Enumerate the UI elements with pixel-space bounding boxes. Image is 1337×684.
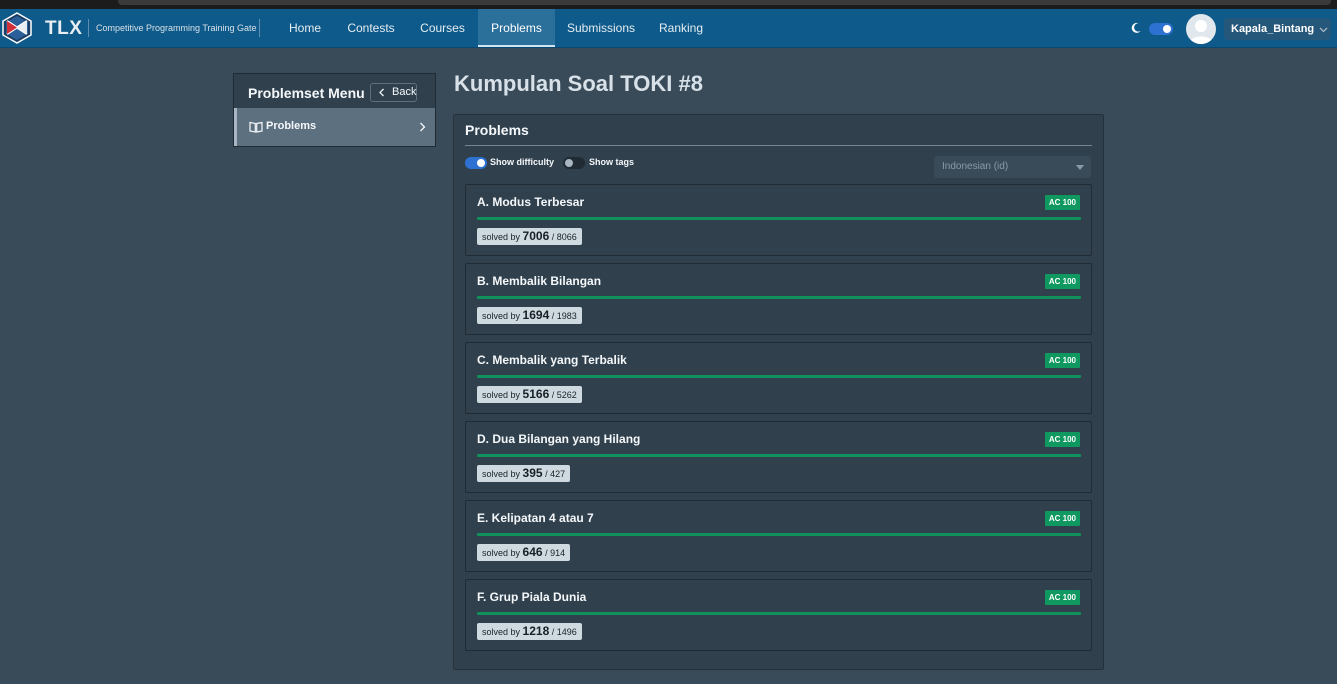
solved-badge: solved by 5166 / 5262 <box>477 386 582 403</box>
progress-bar <box>477 217 1081 220</box>
progress-bar <box>477 533 1081 536</box>
verdict-badge: AC 100 <box>1044 353 1080 368</box>
problem-name[interactable]: F. Grup Piala Dunia <box>477 590 586 604</box>
solved-badge: solved by 395 / 427 <box>477 465 571 482</box>
solved-badge: solved by 7006 / 8066 <box>477 228 582 245</box>
page-title: Kumpulan Soal TOKI #8 <box>454 71 703 96</box>
back-label: Back <box>392 86 417 98</box>
solved-prefix: solved by <box>482 390 521 400</box>
solved-prefix: solved by <box>482 232 521 242</box>
progress-bar <box>477 375 1081 378</box>
progress-fill <box>477 612 1081 615</box>
problem-card[interactable]: A. Modus Terbesar AC 100 solved by 7006 / … <box>465 184 1092 256</box>
user-silhouette-icon <box>1189 20 1213 44</box>
problemset-menu: Problemset Menu Back Problems <box>233 73 436 147</box>
nav-contests[interactable]: Contests <box>338 9 404 47</box>
problem-name[interactable]: C. Membalik yang Terbalik <box>477 353 627 367</box>
progress-bar <box>477 454 1081 457</box>
username: Kapala_Bintang <box>1231 23 1315 35</box>
progress-fill <box>477 454 1081 457</box>
back-button[interactable]: Back <box>370 83 417 102</box>
chevron-right-icon <box>420 122 426 132</box>
progress-bar <box>477 612 1081 615</box>
solved-badge: solved by 1218 / 1496 <box>477 623 582 640</box>
verdict-badge: AC 100 <box>1044 195 1080 210</box>
card-divider <box>465 145 1092 146</box>
toggle-knob <box>1163 25 1171 33</box>
show-difficulty-label: Show difficulty <box>490 157 554 167</box>
card-title: Problems <box>465 122 529 138</box>
problem-name[interactable]: E. Kelipatan 4 atau 7 <box>477 511 594 525</box>
brand-name[interactable]: TLX <box>45 18 82 40</box>
solved-count: 5166 <box>522 387 550 401</box>
solved-count: 1218 <box>522 624 550 638</box>
nav-submissions[interactable]: Submissions <box>560 9 642 47</box>
dark-mode-toggle[interactable] <box>1149 23 1173 35</box>
solved-prefix: solved by <box>482 311 521 321</box>
toggle-knob <box>565 159 573 167</box>
sidebar-item-label: Problems <box>266 120 317 132</box>
problem-card[interactable]: B. Membalik Bilangan AC 100 solved by 1694… <box>465 263 1092 335</box>
verdict-badge: AC 100 <box>1044 590 1080 605</box>
problem-name[interactable]: B. Membalik Bilangan <box>477 274 601 288</box>
problem-name[interactable]: D. Dua Bilangan yang Hilang <box>477 432 640 446</box>
solved-badge: solved by 1694 / 1983 <box>477 307 582 324</box>
language-select[interactable]: Indonesian (id) <box>934 156 1091 178</box>
total-count: / 914 <box>545 548 566 558</box>
solved-prefix: solved by <box>482 469 521 479</box>
progress-fill <box>477 375 1081 378</box>
brand-divider <box>88 19 89 37</box>
top-scrollbar[interactable] <box>118 0 1331 5</box>
total-count: / 1496 <box>551 627 577 637</box>
solved-badge: solved by 646 / 914 <box>477 544 571 561</box>
problem-card[interactable]: E. Kelipatan 4 atau 7 AC 100 solved by 646… <box>465 500 1092 572</box>
tlx-logo-icon[interactable] <box>2 12 32 44</box>
nav-ranking[interactable]: Ranking <box>651 9 711 47</box>
total-count: / 427 <box>545 469 566 479</box>
problem-card[interactable]: C. Membalik yang Terbalik AC 100 solved by… <box>465 342 1092 414</box>
sidebar-item-problems[interactable]: Problems <box>234 108 435 146</box>
solved-count: 1694 <box>522 308 550 322</box>
verdict-badge: AC 100 <box>1044 274 1080 289</box>
problems-card: Problems Show difficulty Show tags Indon… <box>453 114 1104 670</box>
brand-divider-right <box>259 19 260 37</box>
moon-icon <box>1131 22 1141 33</box>
brand-tagline: Competitive Programming Training Gate <box>96 23 257 33</box>
verdict-badge: AC 100 <box>1044 511 1080 526</box>
toggle-knob <box>477 159 485 167</box>
chevron-left-icon <box>379 88 384 97</box>
solved-count: 395 <box>522 466 543 480</box>
problem-name[interactable]: A. Modus Terbesar <box>477 195 584 209</box>
book-icon <box>249 121 263 133</box>
avatar[interactable] <box>1186 14 1216 44</box>
solved-prefix: solved by <box>482 548 521 558</box>
caret-down-icon <box>1076 165 1084 170</box>
verdict-badge: AC 100 <box>1044 432 1080 447</box>
progress-fill <box>477 217 1081 220</box>
sidebar-title: Problemset Menu <box>248 85 365 101</box>
solved-prefix: solved by <box>482 627 521 637</box>
total-count: / 5262 <box>551 390 577 400</box>
navbar: TLX Competitive Programming Training Gat… <box>0 9 1337 48</box>
nav-home[interactable]: Home <box>276 9 334 47</box>
total-count: / 1983 <box>551 311 577 321</box>
progress-fill <box>477 533 1081 536</box>
show-difficulty-toggle[interactable] <box>465 157 487 169</box>
problem-card[interactable]: F. Grup Piala Dunia AC 100 solved by 1218 … <box>465 579 1092 651</box>
user-menu[interactable]: Kapala_Bintang <box>1224 18 1331 40</box>
nav-problems[interactable]: Problems <box>478 9 555 47</box>
show-tags-toggle[interactable] <box>563 157 585 169</box>
solved-count: 646 <box>522 545 543 559</box>
progress-fill <box>477 296 1081 299</box>
problem-card[interactable]: D. Dua Bilangan yang Hilang AC 100 solved … <box>465 421 1092 493</box>
total-count: / 8066 <box>551 232 577 242</box>
language-value: Indonesian (id) <box>942 161 1009 172</box>
browser-top-strip <box>0 0 1337 9</box>
solved-count: 7006 <box>522 229 550 243</box>
show-tags-label: Show tags <box>589 157 635 167</box>
nav-courses[interactable]: Courses <box>411 9 474 47</box>
chevron-down-icon <box>1319 27 1328 33</box>
progress-bar <box>477 296 1081 299</box>
